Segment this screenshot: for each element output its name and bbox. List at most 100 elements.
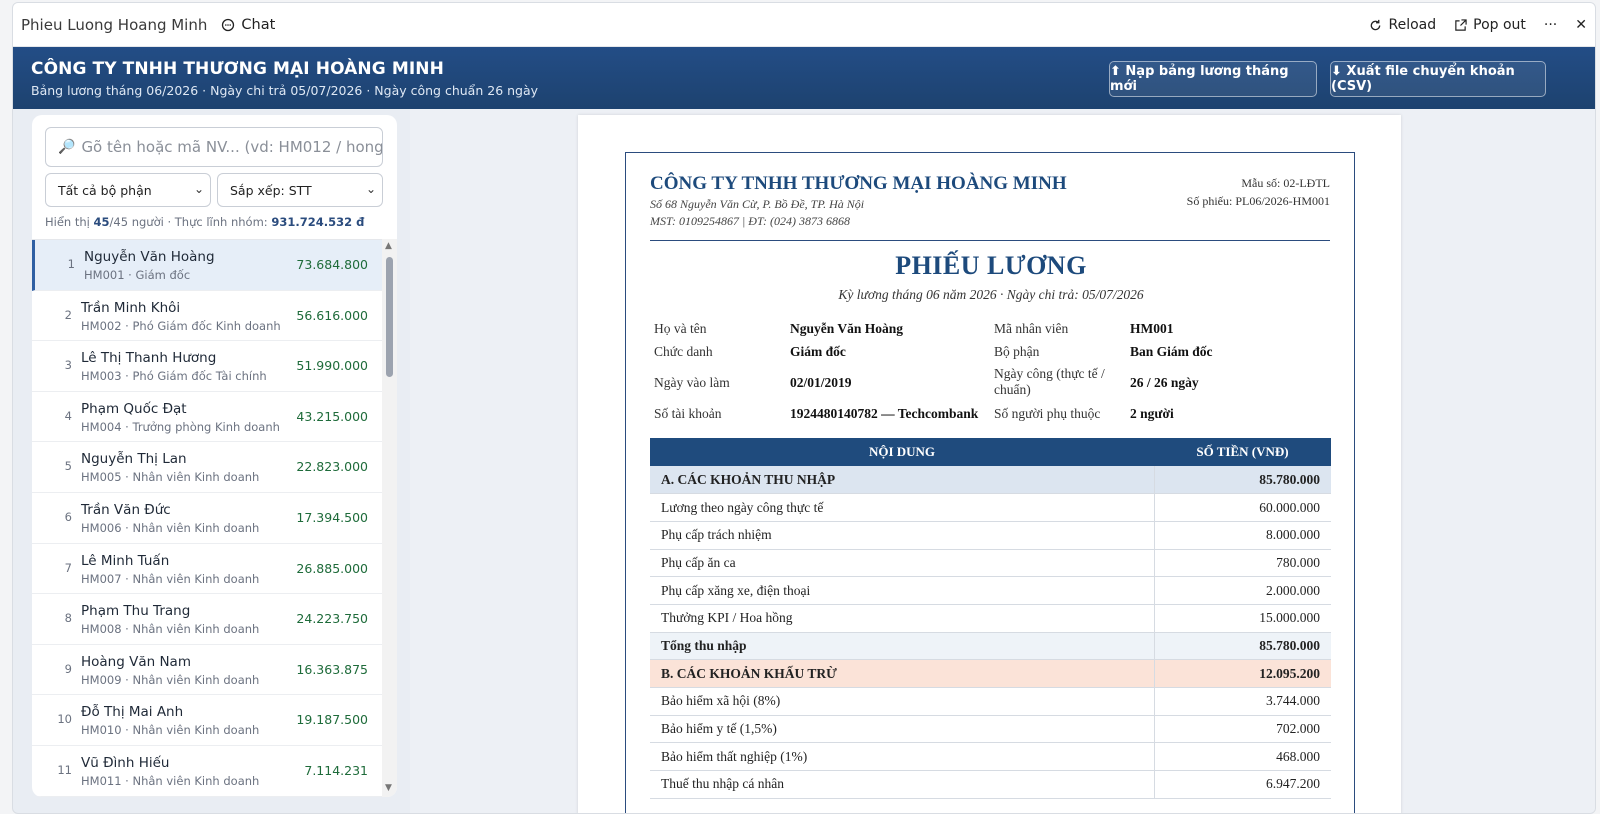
- payslip-row: Bảo hiểm xã hội (8%) 3.744.000: [650, 687, 1331, 716]
- code-label: Mã nhân viên: [994, 321, 1069, 336]
- employee-code-title: HM002 · Phó Giám đốc Kinh doanh: [81, 318, 281, 333]
- join-date-label: Ngày vào làm: [654, 375, 730, 390]
- slip-title: PHIẾU LƯƠNG: [895, 251, 1087, 280]
- employee-row[interactable]: 7 Lê Minh Tuấn HM007 · Nhân viên Kinh doan…: [32, 544, 382, 595]
- employee-net-pay: 73.684.800: [296, 257, 368, 272]
- close-icon[interactable]: ✕: [1575, 17, 1587, 33]
- payslip-item-label: Lương theo ngày công thực tế: [650, 493, 1154, 522]
- employee-code-title: HM010 · Nhân viên Kinh doanh: [81, 723, 260, 738]
- employee-name: Lê Minh Tuấn: [81, 552, 170, 569]
- search-input[interactable]: 🔎 Gõ tên hoặc mã NV... (vd: HM012 / hong…: [45, 127, 383, 167]
- employee-row[interactable]: 11 Vũ Đình Hiếu HM011 · Nhân viên Kinh doa…: [32, 746, 382, 797]
- department-select-value: Tất cả bộ phận: [58, 182, 152, 198]
- sort-select[interactable]: Sắp xếp: STT ⌄: [217, 173, 383, 207]
- name-value: Nguyễn Văn Hoàng: [790, 321, 904, 336]
- code-value: HM001: [1130, 321, 1174, 336]
- chevron-down-icon: ⌄: [365, 182, 376, 196]
- payslip-item-amount: 12.095.200: [1153, 659, 1331, 688]
- payslip-item-label: Tổng thu nhập: [650, 632, 1154, 661]
- employee-name: Nguyễn Thị Lan: [81, 451, 187, 468]
- employee-row[interactable]: 1 Nguyễn Văn Hoàng HM001 · Giám đốc 73.684.…: [32, 240, 382, 291]
- scroll-up-icon[interactable]: ▲: [385, 241, 392, 251]
- app-header: CÔNG TY TNHH THƯƠNG MẠI HOÀNG MINH Bảng …: [13, 47, 1595, 109]
- employee-net-pay: 26.885.000: [296, 560, 368, 576]
- department-label: Bộ phận: [994, 344, 1040, 359]
- employee-panel: 🔎 Gõ tên hoặc mã NV... (vd: HM012 / hong…: [32, 115, 397, 797]
- chat-label: Chat: [241, 16, 276, 33]
- employee-row[interactable]: 4 Phạm Quốc Đạt HM004 · Trưởng phòng Kinh …: [32, 392, 382, 443]
- search-placeholder: Gõ tên hoặc mã NV... (vd: HM012 / hong n…: [81, 138, 383, 156]
- payslip-page: CÔNG TY TNHH THƯƠNG MẠI HOÀNG MINH Số 68…: [578, 115, 1401, 813]
- payslip-row: Phụ cấp ăn ca 780.000: [650, 549, 1331, 578]
- payroll-subtitle: Bảng lương tháng 06/2026 · Ngày chi trả …: [31, 83, 539, 98]
- employee-row[interactable]: 9 Hoàng Văn Nam HM009 · Nhân viên Kinh doa…: [32, 645, 382, 696]
- payslip-item-label: Thưởng KPI / Hoa hồng: [650, 604, 1154, 633]
- slip-form-number: Mẫu số: 02-LĐTL: [1241, 176, 1330, 190]
- employee-row[interactable]: 5 Nguyễn Thị Lan HM005 · Nhân viên Kinh do…: [32, 442, 382, 493]
- employee-net-pay: 43.215.000: [296, 408, 368, 424]
- department-value: Ban Giám đốc: [1130, 344, 1213, 359]
- payslip-item-label: Phụ cấp xăng xe, điện thoại: [650, 576, 1154, 605]
- slip-company: CÔNG TY TNHH THƯƠNG MẠI HOÀNG MINH: [650, 173, 1067, 194]
- payslip-item-label: Bảo hiểm y tế (1,5%): [650, 715, 1154, 744]
- position-label: Chức danh: [654, 344, 713, 359]
- position-value: Giám đốc: [790, 344, 846, 359]
- payslip-row: Bảo hiểm thất nghiệp (1%) 468.000: [650, 742, 1331, 772]
- chat-button[interactable]: Chat: [221, 17, 275, 33]
- popout-icon: [1455, 18, 1467, 31]
- employee-number: 10: [57, 712, 72, 727]
- chat-icon: [222, 18, 235, 31]
- payslip-row: Bảo hiểm y tế (1,5%) 702.000: [650, 715, 1331, 744]
- payslip-item-amount: 780.000: [1153, 549, 1331, 578]
- workdays-value: 26 / 26 ngày: [1130, 375, 1199, 390]
- employee-code-title: HM009 · Nhân viên Kinh doanh: [81, 672, 260, 687]
- dependents-value: 2 người: [1130, 406, 1174, 421]
- employee-code-title: HM006 · Nhân viên Kinh doanh: [81, 520, 260, 535]
- slip-divider: [650, 240, 1330, 241]
- employee-number: 4: [64, 408, 72, 423]
- export-csv-button[interactable]: ⬇ Xuất file chuyển khoản (CSV): [1330, 61, 1546, 97]
- payslip-frame: CÔNG TY TNHH THƯƠNG MẠI HOÀNG MINH Số 68…: [625, 152, 1355, 813]
- employee-row[interactable]: 10 Đỗ Thị Mai Anh HM010 · Nhân viên Kinh d…: [32, 695, 382, 746]
- dependents-label: Số người phụ thuộc: [994, 406, 1101, 421]
- employee-row[interactable]: 6 Trần Văn Đức HM006 · Nhân viên Kinh doan…: [32, 493, 382, 544]
- slip-number: Số phiếu: PL06/2026-HM001: [1186, 194, 1330, 208]
- employee-number: 2: [64, 307, 72, 322]
- payslip-row: B. CÁC KHOẢN KHẤU TRỪ 12.095.200: [650, 659, 1331, 688]
- employee-code-title: HM003 · Phó Giám đốc Tài chính: [81, 369, 267, 384]
- payslip-row: Thuế thu nhập cá nhân 6.947.200: [650, 770, 1331, 799]
- popout-label: Pop out: [1473, 17, 1526, 33]
- payslip-item-amount: 85.780.000: [1153, 632, 1331, 661]
- department-select[interactable]: Tất cả bộ phận ⌄: [45, 173, 211, 207]
- employee-number: 3: [64, 358, 72, 373]
- upload-payroll-button[interactable]: ⬆ Nạp bảng lương tháng mới: [1109, 61, 1317, 97]
- employee-row[interactable]: 2 Trần Minh Khôi HM002 · Phó Giám đốc Kinh…: [32, 291, 382, 342]
- slip-address: Số 68 Nguyễn Văn Cừ, P. Bồ Đề, TP. Hà Nộ…: [650, 197, 865, 211]
- payslip-row: Tổng thu nhập 85.780.000: [650, 632, 1331, 661]
- summary-shown-count: 45: [93, 215, 110, 229]
- list-scrollbar[interactable]: ▲ ▼: [382, 239, 397, 797]
- more-icon[interactable]: ···: [1544, 17, 1557, 33]
- slip-tax-phone: MST: 0109254867 | ĐT: (024) 3873 6868: [650, 214, 850, 228]
- account-value: 1924480140782 — Techcombank: [790, 406, 979, 421]
- employee-row[interactable]: 8 Phạm Thu Trang HM008 · Nhân viên Kinh do…: [32, 594, 382, 645]
- col-amount-header: SỐ TIỀN (VNĐ): [1154, 438, 1331, 466]
- company-title: CÔNG TY TNHH THƯƠNG MẠI HOÀNG MINH: [31, 59, 444, 79]
- employee-number: 5: [64, 459, 72, 474]
- scroll-down-icon[interactable]: ▼: [385, 783, 392, 793]
- payslip-table: NỘI DUNG SỐ TIỀN (VNĐ) A. CÁC KHOẢN THU …: [650, 438, 1331, 799]
- payslip-item-label: Phụ cấp trách nhiệm: [650, 521, 1154, 550]
- search-icon: 🔎: [58, 139, 76, 155]
- popout-button[interactable]: Pop out: [1454, 17, 1526, 33]
- title-bar: Phieu Luong Hoang Minh Chat Reload Pop o…: [13, 3, 1595, 47]
- payslip-row: Phụ cấp trách nhiệm 8.000.000: [650, 521, 1331, 550]
- employee-row[interactable]: 3 Lê Thị Thanh Hương HM003 · Phó Giám đốc …: [32, 341, 382, 392]
- employee-net-pay: 56.616.000: [296, 307, 368, 323]
- scrollbar-thumb[interactable]: [386, 257, 393, 377]
- employee-net-pay: 22.823.000: [296, 459, 368, 475]
- name-label: Họ và tên: [654, 321, 707, 336]
- employee-net-pay: 7.114.231: [304, 762, 368, 778]
- reload-button[interactable]: Reload: [1369, 17, 1436, 33]
- employee-code-title: HM011 · Nhân viên Kinh doanh: [81, 773, 260, 788]
- payslip-item-amount: 3.744.000: [1153, 687, 1331, 716]
